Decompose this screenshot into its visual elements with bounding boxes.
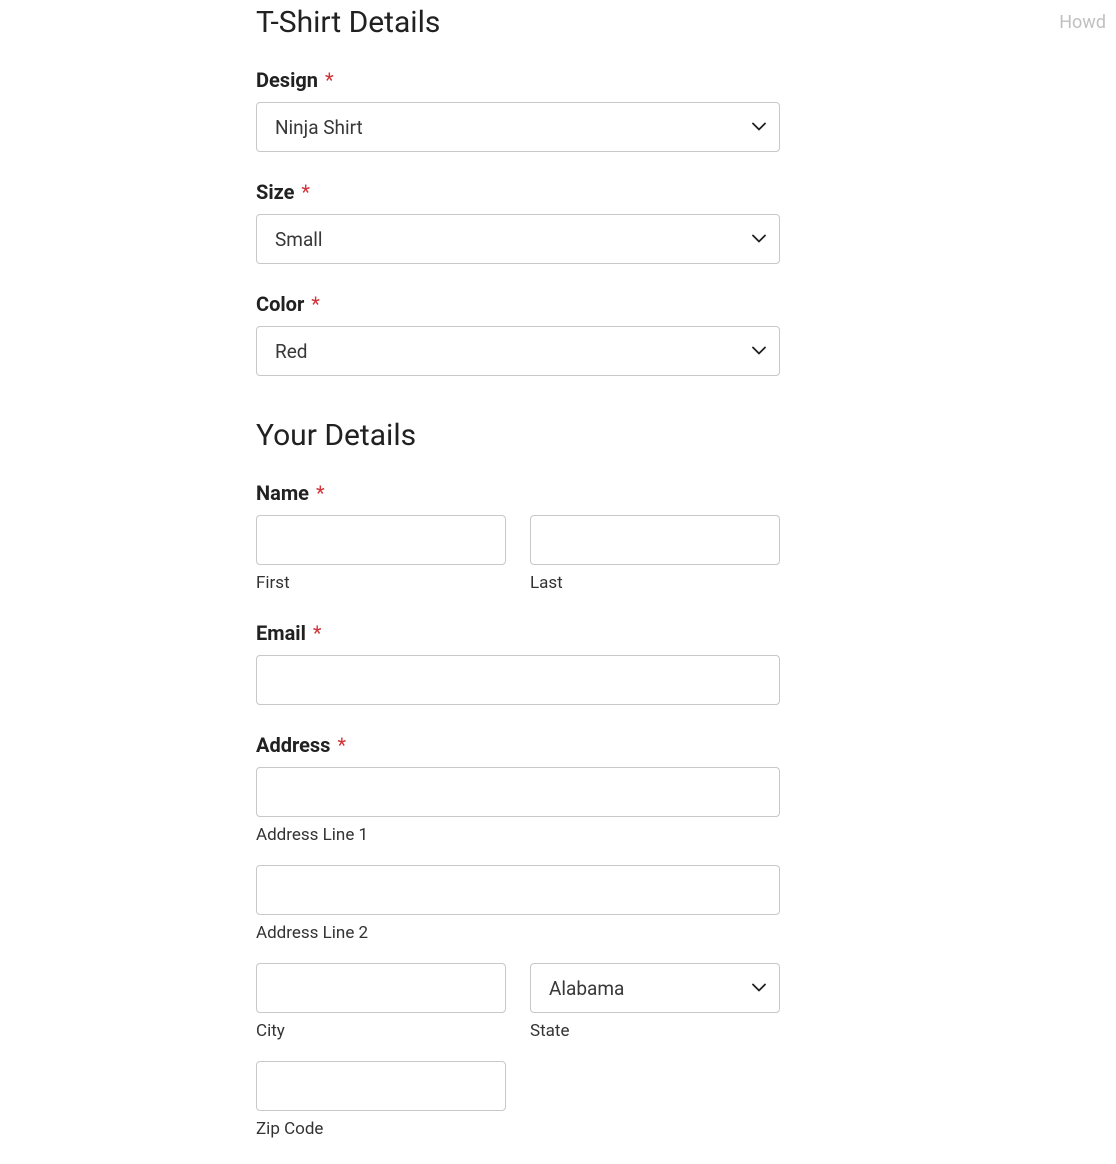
email-label: Email * (256, 621, 780, 645)
last-name-sublabel: Last (530, 573, 780, 593)
email-input[interactable] (256, 655, 780, 705)
first-name-input[interactable] (256, 515, 506, 565)
color-label: Color * (256, 292, 780, 316)
last-name-input[interactable] (530, 515, 780, 565)
field-name: Name * First Last (256, 481, 780, 593)
address-line2-input[interactable] (256, 865, 780, 915)
address-line2-sublabel: Address Line 2 (256, 923, 780, 943)
size-select-box[interactable]: Small (256, 214, 780, 264)
field-size: Size * Small (256, 180, 780, 264)
design-label-text: Design (256, 68, 318, 92)
name-label: Name * (256, 481, 780, 505)
form-container: T-Shirt Details Design * Ninja Shirt Siz… (256, 0, 780, 1139)
field-email: Email * (256, 621, 780, 705)
address-line1-input[interactable] (256, 767, 780, 817)
name-label-text: Name (256, 481, 309, 505)
size-select-value: Small (275, 228, 323, 251)
field-color: Color * Red (256, 292, 780, 376)
section-title-your-details: Your Details (256, 418, 780, 453)
color-label-text: Color (256, 292, 304, 316)
required-asterisk: * (337, 733, 346, 757)
design-label: Design * (256, 68, 780, 92)
required-asterisk: * (325, 68, 334, 92)
color-select[interactable]: Red (256, 326, 780, 376)
address-label-text: Address (256, 733, 330, 757)
address-label: Address * (256, 733, 780, 757)
size-select[interactable]: Small (256, 214, 780, 264)
color-select-value: Red (275, 340, 308, 363)
required-asterisk: * (301, 180, 310, 204)
size-label-text: Size (256, 180, 294, 204)
color-select-box[interactable]: Red (256, 326, 780, 376)
corner-text: Howd (1059, 12, 1106, 33)
design-select-box[interactable]: Ninja Shirt (256, 102, 780, 152)
required-asterisk: * (313, 621, 322, 645)
state-select[interactable]: Alabama (530, 963, 780, 1013)
state-select-box[interactable]: Alabama (530, 963, 780, 1013)
city-input[interactable] (256, 963, 506, 1013)
size-label: Size * (256, 180, 780, 204)
state-sublabel: State (530, 1021, 780, 1041)
email-label-text: Email (256, 621, 306, 645)
zip-sublabel: Zip Code (256, 1119, 506, 1139)
section-title-tshirt: T-Shirt Details (256, 5, 780, 40)
address-line1-sublabel: Address Line 1 (256, 825, 780, 845)
field-address: Address * Address Line 1 Address Line 2 … (256, 733, 780, 1139)
first-name-sublabel: First (256, 573, 506, 593)
design-select-value: Ninja Shirt (275, 116, 363, 139)
state-select-value: Alabama (549, 977, 624, 1000)
required-asterisk: * (316, 481, 325, 505)
zip-input[interactable] (256, 1061, 506, 1111)
field-design: Design * Ninja Shirt (256, 68, 780, 152)
required-asterisk: * (311, 292, 320, 316)
design-select[interactable]: Ninja Shirt (256, 102, 780, 152)
city-sublabel: City (256, 1021, 506, 1041)
